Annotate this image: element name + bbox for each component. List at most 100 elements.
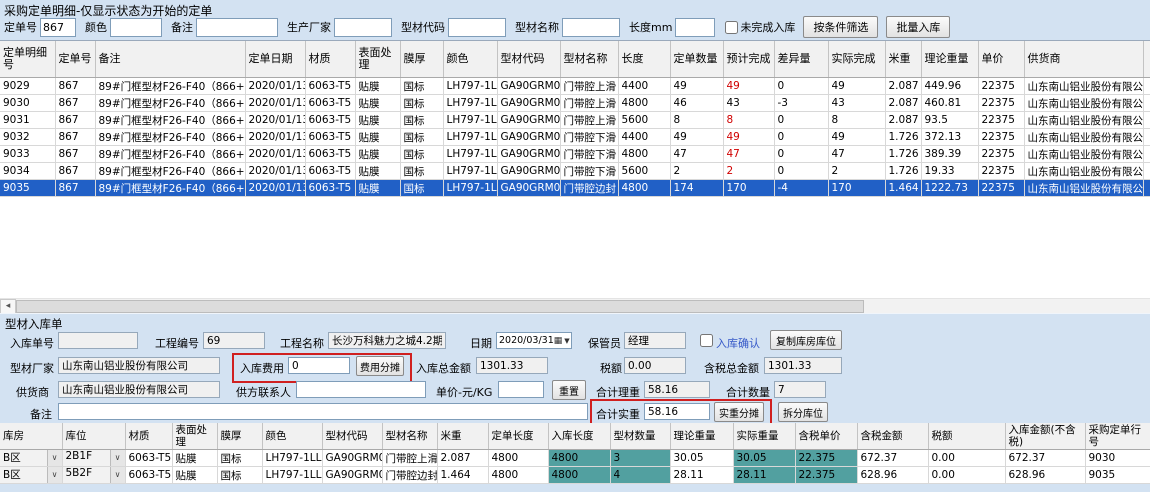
cell: 2.087 bbox=[885, 78, 921, 95]
scroll-left-arrow-icon[interactable]: ◂ bbox=[0, 299, 16, 314]
project-no-input[interactable] bbox=[203, 332, 265, 349]
cell: LH797-1LL0 bbox=[262, 450, 322, 467]
combo-select[interactable]: ∨ B区 bbox=[0, 467, 62, 484]
cell: 1.464 bbox=[437, 467, 488, 484]
cell bbox=[1143, 180, 1150, 197]
cell: 贴膜 bbox=[355, 95, 400, 112]
factory-input[interactable] bbox=[58, 357, 220, 374]
total-qty-input[interactable] bbox=[774, 381, 826, 398]
horizontal-scrollbar[interactable]: ◂ bbox=[0, 298, 1150, 314]
filter-remark-input[interactable] bbox=[196, 18, 278, 37]
supplier-contact-input[interactable] bbox=[296, 381, 426, 398]
reset-button[interactable]: 重置 bbox=[552, 380, 586, 400]
table-row[interactable]: 903286789#门框型材F26-F40（866+867）2020/01/13… bbox=[0, 129, 1150, 146]
cell: 9032 bbox=[0, 129, 55, 146]
column-header: 颜色 bbox=[262, 423, 322, 450]
cell: 4800 bbox=[548, 450, 610, 467]
chevron-down-icon[interactable]: ▼ bbox=[562, 337, 571, 345]
filter-length-input[interactable] bbox=[675, 18, 715, 37]
date-picker[interactable]: 2020/03/31 ▦ ▼ bbox=[496, 332, 572, 349]
table-row[interactable]: 903486789#门框型材F26-F40（866+867）2020/01/13… bbox=[0, 163, 1150, 180]
column-header: 型材名称 bbox=[382, 423, 437, 450]
cell: LH797-1LL0 bbox=[443, 129, 497, 146]
chevron-down-icon[interactable]: ∨ bbox=[47, 450, 62, 466]
cell: 门带腔上滑 bbox=[560, 78, 618, 95]
table-row[interactable]: ∨B区∨5B2F6063-T5贴膜国标LH797-1LL0GA90GRM05门带… bbox=[0, 467, 1150, 484]
table-row[interactable]: ∨B区∨2B1F6063-T5贴膜国标LH797-1LL0GA90GRM03门带… bbox=[0, 450, 1150, 467]
tax-total-label: 含税总金额 bbox=[704, 360, 759, 376]
combo-select[interactable]: ∨ 5B2F bbox=[62, 467, 125, 484]
filter-remark-label: 备注 bbox=[171, 19, 193, 35]
chevron-down-icon[interactable]: ∨ bbox=[110, 467, 125, 483]
filter-color-input[interactable] bbox=[110, 18, 162, 37]
table-row[interactable]: 903386789#门框型材F26-F40（866+867）2020/01/13… bbox=[0, 146, 1150, 163]
combo-value: 5B2F bbox=[63, 467, 93, 479]
filter-by-condition-button[interactable]: 按条件筛选 bbox=[803, 16, 878, 38]
combo-select[interactable]: ∨2B1F bbox=[62, 450, 125, 467]
column-header: 单价 bbox=[978, 41, 1024, 78]
table-row[interactable]: 903586789#门框型材F26-F40（866+867）2020/01/13… bbox=[0, 180, 1150, 197]
column-header: 入库金额(不含税) bbox=[1005, 423, 1085, 450]
inbound-confirm-checkbox[interactable] bbox=[700, 334, 713, 347]
tax-total-input[interactable] bbox=[764, 357, 842, 374]
cell: 1.464 bbox=[885, 180, 921, 197]
cell: 867 bbox=[55, 163, 95, 180]
cell: 2020/01/13 bbox=[245, 180, 305, 197]
cell: 贴膜 bbox=[172, 450, 217, 467]
cell: 28.11 bbox=[733, 467, 795, 484]
cell: 867 bbox=[55, 129, 95, 146]
project-no-label: 工程编号 bbox=[155, 335, 199, 351]
project-name-input[interactable] bbox=[328, 332, 446, 349]
chevron-down-icon[interactable]: ∨ bbox=[110, 450, 125, 466]
cell: 672.37 bbox=[1005, 450, 1085, 467]
inbound-confirm-label: 入库确认 bbox=[716, 335, 760, 351]
table-row[interactable]: 902986789#门框型材F26-F40（866+867）2020/01/13… bbox=[0, 78, 1150, 95]
inbound-section-title: 型材入库单 bbox=[5, 316, 63, 332]
cell: 89#门框型材F26-F40（866+867） bbox=[95, 112, 245, 129]
column-header: 备注 bbox=[95, 41, 245, 78]
filter-profile-name-input[interactable] bbox=[562, 18, 620, 37]
cell: 867 bbox=[55, 95, 95, 112]
combo-select[interactable]: ∨B区 bbox=[0, 450, 62, 467]
actual-weight-input[interactable] bbox=[644, 403, 710, 420]
table-row[interactable]: 903186789#门框型材F26-F40（866+867）2020/01/13… bbox=[0, 112, 1150, 129]
inbound-fee-input[interactable] bbox=[288, 357, 350, 374]
receipt-no-input[interactable] bbox=[58, 332, 138, 349]
cell: 22375 bbox=[978, 95, 1024, 112]
column-header: 定单数量 bbox=[670, 41, 723, 78]
filter-order-no-input[interactable] bbox=[40, 18, 76, 37]
inbound-panel: 型材入库单 入库单号 工程编号 工程名称 日期 2020/03/31 ▦ ▼ 保… bbox=[0, 313, 1150, 492]
column-header: 型材名称 bbox=[560, 41, 618, 78]
cell: 9030 bbox=[0, 95, 55, 112]
cell: 6063-T5 bbox=[305, 112, 355, 129]
split-location-button[interactable]: 拆分库位 bbox=[778, 402, 828, 422]
filter-manufacturer-input[interactable] bbox=[334, 18, 392, 37]
cell: 4800 bbox=[618, 146, 670, 163]
cell: 22.375 bbox=[795, 467, 857, 484]
tax-input[interactable] bbox=[624, 357, 686, 374]
filter-profile-code-input[interactable] bbox=[448, 18, 506, 37]
cell: 30.05 bbox=[733, 450, 795, 467]
column-header: 米重 bbox=[437, 423, 488, 450]
cell: 0.00 bbox=[928, 450, 1005, 467]
chevron-down-icon[interactable]: ∨ bbox=[47, 467, 62, 483]
keeper-input[interactable] bbox=[624, 332, 686, 349]
combo-value: B区 bbox=[0, 467, 21, 482]
cell: 628.96 bbox=[1005, 467, 1085, 484]
batch-inbound-button[interactable]: 批量入库 bbox=[886, 16, 950, 38]
unfinished-inbound-checkbox[interactable] bbox=[725, 21, 738, 34]
cell: 49 bbox=[828, 78, 885, 95]
total-amount-input[interactable] bbox=[476, 357, 548, 374]
table-row[interactable]: 903086789#门框型材F26-F40（866+867）2020/01/13… bbox=[0, 95, 1150, 112]
fee-share-button[interactable]: 费用分摊 bbox=[356, 356, 404, 376]
scrollbar-thumb[interactable] bbox=[16, 300, 864, 313]
cell: 国标 bbox=[217, 467, 262, 484]
column-header: 型材代码 bbox=[497, 41, 560, 78]
remark-input[interactable] bbox=[58, 403, 588, 420]
cell: 6063-T5 bbox=[305, 129, 355, 146]
actual-weight-share-button[interactable]: 实重分摊 bbox=[714, 402, 764, 422]
copy-warehouse-location-button[interactable]: 复制库房库位 bbox=[770, 330, 842, 350]
unit-price-input[interactable] bbox=[498, 381, 544, 398]
theory-weight-input[interactable] bbox=[644, 381, 710, 398]
supplier-input[interactable] bbox=[58, 381, 220, 398]
